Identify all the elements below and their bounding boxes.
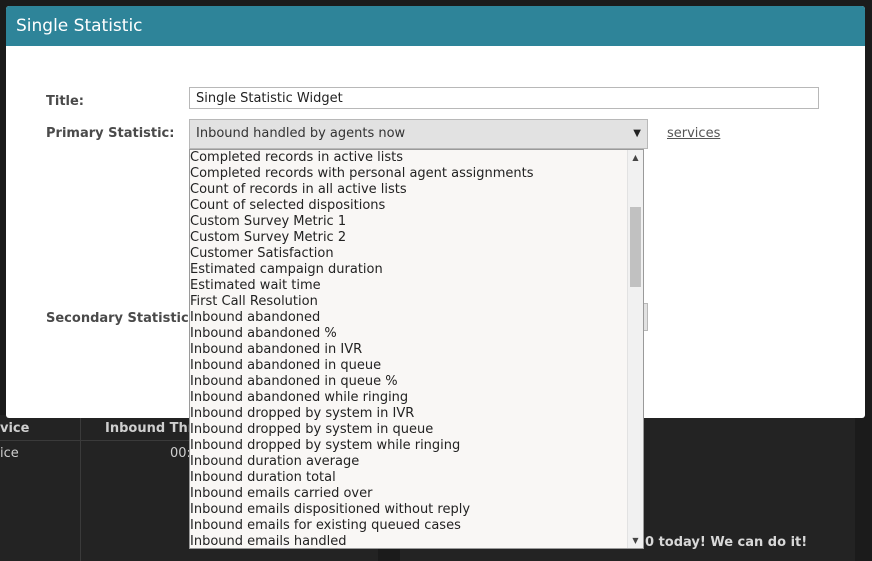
dropdown-option[interactable]: Inbound emails handled — [190, 534, 627, 548]
dropdown-option[interactable]: Inbound dropped by system while ringing — [190, 438, 627, 454]
dropdown-option[interactable]: Inbound abandoned in IVR — [190, 342, 627, 358]
dropdown-option[interactable]: Inbound abandoned in queue — [190, 358, 627, 374]
primary-statistic-value: Inbound handled by agents now — [196, 126, 406, 141]
dropdown-option[interactable]: Count of selected dispositions — [190, 198, 627, 214]
dropdown-option[interactable]: Inbound dropped by system in IVR — [190, 406, 627, 422]
dropdown-option[interactable]: Custom Survey Metric 2 — [190, 230, 627, 246]
dropdown-option[interactable]: Count of records in all active lists — [190, 182, 627, 198]
background-cell-2: 00: — [170, 446, 191, 461]
title-input[interactable] — [189, 87, 819, 109]
dropdown-option[interactable]: Inbound abandoned — [190, 310, 627, 326]
dropdown-option[interactable]: Inbound abandoned in queue % — [190, 374, 627, 390]
background-col-divider — [80, 415, 81, 561]
primary-statistic-label: Primary Statistic: — [46, 126, 175, 141]
dropdown-option[interactable]: Inbound abandoned while ringing — [190, 390, 627, 406]
dropdown-option[interactable]: Inbound emails for existing queued cases — [190, 518, 627, 534]
title-label: Title: — [46, 94, 85, 109]
primary-statistic-select[interactable]: Inbound handled by agents now ▼ — [189, 119, 648, 149]
dropdown-option[interactable]: Estimated wait time — [190, 278, 627, 294]
dropdown-option[interactable]: First Call Resolution — [190, 294, 627, 310]
primary-statistic-dropdown[interactable]: Completed records in active lists Comple… — [189, 149, 644, 549]
background-col-header-1: vice — [0, 421, 30, 436]
dropdown-option[interactable]: Inbound emails carried over — [190, 486, 627, 502]
dropdown-option[interactable]: Inbound duration average — [190, 454, 627, 470]
dropdown-list: Completed records in active lists Comple… — [190, 150, 627, 548]
dialog-title: Single Statistic — [6, 6, 865, 46]
dropdown-scrollbar[interactable]: ▲ ▼ — [627, 150, 643, 548]
scroll-up-icon[interactable]: ▲ — [628, 153, 643, 162]
services-link[interactable]: services — [667, 126, 720, 141]
dropdown-option[interactable]: Inbound dropped by system in queue — [190, 422, 627, 438]
secondary-statistic-label: Secondary Statistic: — [46, 311, 194, 326]
background-cell-1: ice — [0, 446, 19, 461]
dropdown-option[interactable]: Customer Satisfaction — [190, 246, 627, 262]
dropdown-option[interactable]: Completed records in active lists — [190, 150, 627, 166]
dropdown-option[interactable]: Completed records with personal agent as… — [190, 166, 627, 182]
dropdown-option[interactable]: Inbound emails dispositioned without rep… — [190, 502, 627, 518]
dropdown-option[interactable]: Inbound duration total — [190, 470, 627, 486]
scroll-thumb[interactable] — [630, 207, 641, 287]
dropdown-option[interactable]: Custom Survey Metric 1 — [190, 214, 627, 230]
dropdown-option[interactable]: Inbound abandoned % — [190, 326, 627, 342]
scroll-down-icon[interactable]: ▼ — [628, 536, 643, 545]
background-marquee: 0 today! We can do it! — [645, 535, 808, 550]
dropdown-arrow-icon: ▼ — [633, 128, 641, 139]
dropdown-option[interactable]: Estimated campaign duration — [190, 262, 627, 278]
